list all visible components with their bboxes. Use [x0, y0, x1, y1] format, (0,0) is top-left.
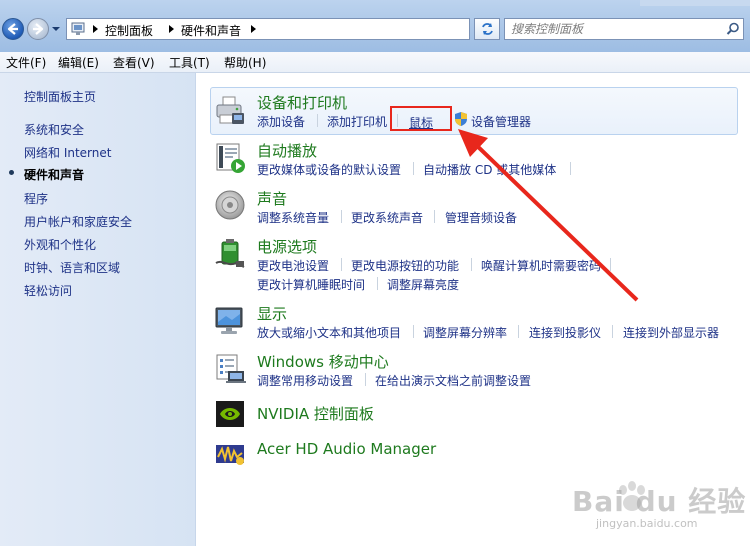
link-divider	[518, 325, 519, 338]
forward-button[interactable]	[27, 18, 49, 40]
link-connect-projector[interactable]: 连接到投影仪	[529, 324, 601, 341]
link-device-manager[interactable]: 设备管理器	[471, 113, 531, 130]
category-title-display[interactable]: 显示	[257, 303, 287, 324]
menu-bar: 文件(F) 编辑(E) 查看(V) 工具(T) 帮助(H)	[0, 52, 750, 73]
printer-icon	[216, 96, 244, 124]
link-autoplay-cd[interactable]: 自动播放 CD 或其他媒体	[423, 161, 556, 178]
acer-audio-icon	[216, 445, 244, 465]
breadcrumb-separator-icon[interactable]	[249, 23, 258, 35]
link-adjust-brightness[interactable]: 调整屏幕亮度	[387, 276, 459, 293]
category-title-acer-audio[interactable]: Acer HD Audio Manager	[257, 440, 436, 458]
category-title-autoplay[interactable]: 自动播放	[257, 140, 317, 161]
link-divider	[612, 325, 613, 338]
sidebar-item-programs[interactable]: 程序	[24, 190, 48, 207]
watermark-text: Bai du 经验	[572, 485, 747, 518]
link-divider	[341, 210, 342, 223]
address-bar[interactable]: 控制面板 硬件和声音	[66, 18, 529, 40]
category-title-power[interactable]: 电源选项	[257, 236, 317, 257]
link-divider	[341, 258, 342, 271]
link-divider	[413, 162, 414, 175]
link-power-button-function[interactable]: 更改电源按钮的功能	[351, 257, 459, 274]
link-require-password-on-wake[interactable]: 唤醒计算机时需要密码	[481, 257, 601, 274]
menu-tools[interactable]: 工具(T)	[169, 54, 210, 71]
search-input[interactable]	[511, 21, 716, 37]
link-divider	[610, 258, 611, 271]
breadcrumb-control-panel[interactable]: 控制面板	[105, 22, 153, 39]
link-divider	[413, 325, 414, 338]
autoplay-icon	[216, 143, 245, 173]
sidebar-item-system-security[interactable]: 系统和安全	[24, 121, 84, 138]
link-change-system-sounds[interactable]: 更改系统声音	[351, 209, 423, 226]
back-arrow-icon	[7, 23, 18, 35]
link-change-media-defaults[interactable]: 更改媒体或设备的默认设置	[257, 161, 401, 178]
breadcrumb-hardware-sound[interactable]: 硬件和声音	[181, 22, 241, 39]
watermark-url: jingyan.baidu.com	[596, 517, 698, 530]
link-adjust-volume[interactable]: 调整系统音量	[257, 209, 329, 226]
link-divider	[570, 162, 571, 175]
category-title-nvidia[interactable]: NVIDIA 控制面板	[257, 403, 374, 424]
link-add-printer[interactable]: 添加打印机	[327, 113, 387, 130]
speaker-icon	[215, 190, 245, 220]
mobility-center-icon	[216, 354, 246, 383]
control-panel-icon	[71, 22, 85, 35]
breadcrumb-separator-icon[interactable]	[91, 23, 100, 35]
link-change-sleep-time[interactable]: 更改计算机睡眠时间	[257, 276, 365, 293]
address-toolbar: 控制面板 硬件和声音	[0, 0, 750, 52]
sidebar-item-hardware-sound[interactable]: 硬件和声音	[24, 166, 84, 183]
menu-help[interactable]: 帮助(H)	[224, 54, 266, 71]
link-divider	[377, 277, 378, 290]
annotation-highlight-box	[390, 106, 452, 131]
search-icon[interactable]	[726, 22, 740, 36]
category-title-sound[interactable]: 声音	[257, 188, 287, 209]
sidebar-item-user-accounts[interactable]: 用户帐户和家庭安全	[24, 213, 132, 230]
search-box[interactable]	[504, 18, 744, 40]
link-zoom-text[interactable]: 放大或缩小文本和其他项目	[257, 324, 401, 341]
link-presentation-settings[interactable]: 在给出演示文档之前调整设置	[375, 372, 531, 389]
current-page-bullet	[9, 170, 14, 175]
battery-icon	[215, 239, 245, 268]
refresh-icon	[482, 23, 493, 35]
sidebar-item-clock-language[interactable]: 时钟、语言和区域	[24, 259, 120, 276]
link-divider	[365, 373, 366, 386]
link-divider	[317, 114, 318, 127]
nvidia-icon	[216, 401, 244, 427]
menu-file[interactable]: 文件(F)	[6, 54, 46, 71]
breadcrumb-separator-icon[interactable]	[167, 23, 176, 35]
menu-edit[interactable]: 编辑(E)	[58, 54, 99, 71]
recent-pages-dropdown-icon[interactable]	[52, 25, 60, 33]
monitor-icon	[215, 307, 243, 334]
link-screen-resolution[interactable]: 调整屏幕分辨率	[423, 324, 507, 341]
link-connect-external-display[interactable]: 连接到外部显示器	[623, 324, 719, 341]
back-button[interactable]	[2, 18, 24, 40]
refresh-button[interactable]	[474, 18, 500, 40]
category-title-devices-printers[interactable]: 设备和打印机	[257, 92, 347, 113]
sidebar-item-ease-of-access[interactable]: 轻松访问	[24, 282, 72, 299]
link-divider	[434, 210, 435, 223]
link-change-battery-settings[interactable]: 更改电池设置	[257, 257, 329, 274]
forward-arrow-icon	[33, 23, 44, 35]
link-add-device[interactable]: 添加设备	[257, 113, 305, 130]
link-divider	[471, 258, 472, 271]
sidebar-nav: 控制面板主页 系统和安全 网络和 Internet 硬件和声音 程序 用户帐户和…	[0, 73, 196, 546]
sidebar-item-network[interactable]: 网络和 Internet	[24, 144, 111, 161]
sidebar-item-appearance[interactable]: 外观和个性化	[24, 236, 96, 253]
menu-view[interactable]: 查看(V)	[113, 54, 155, 71]
link-adjust-mobility-settings[interactable]: 调整常用移动设置	[257, 372, 353, 389]
link-manage-audio-devices[interactable]: 管理音频设备	[445, 209, 517, 226]
sidebar-control-panel-home[interactable]: 控制面板主页	[24, 88, 96, 105]
category-title-mobility-center[interactable]: Windows 移动中心	[257, 351, 389, 372]
uac-shield-icon	[455, 112, 467, 126]
